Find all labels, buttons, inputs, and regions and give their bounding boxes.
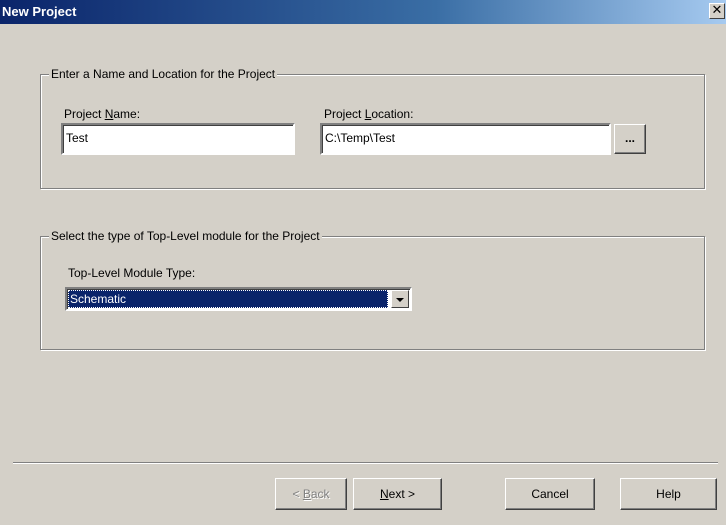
module-type-label: Top-Level Module Type: (68, 266, 196, 280)
back-label-mnemonic: B (302, 487, 311, 501)
browse-button[interactable]: ... (614, 124, 646, 154)
project-location-label-part: Project (324, 107, 365, 121)
title-bar[interactable]: New Project ✕ (0, 0, 726, 24)
project-location-label-part: ocation: (371, 107, 414, 121)
top-level-group-legend: Select the type of Top-Level module for … (49, 228, 322, 244)
module-type-selected-value: Schematic (68, 290, 388, 308)
back-button[interactable]: < Back (275, 478, 347, 510)
close-icon: ✕ (711, 3, 723, 18)
name-location-group-legend: Enter a Name and Location for the Projec… (49, 66, 278, 82)
cancel-button[interactable]: Cancel (505, 478, 595, 510)
next-label-mnemonic: N (379, 487, 389, 501)
close-button[interactable]: ✕ (709, 3, 725, 19)
footer-separator (13, 462, 718, 464)
project-name-input[interactable]: Test (61, 123, 295, 155)
next-button[interactable]: Next > (353, 478, 442, 510)
help-button[interactable]: Help (620, 478, 717, 510)
project-location-label: Project Location: (324, 107, 413, 122)
back-label-part: < (292, 487, 303, 501)
project-location-input[interactable]: C:\Temp\Test (320, 123, 611, 155)
combo-dropdown-button[interactable] (391, 290, 409, 308)
next-label-part: ext > (388, 487, 416, 501)
back-label-part: ack (310, 487, 330, 501)
window-title: New Project (2, 4, 77, 19)
new-project-dialog: New Project ✕ Enter a Name and Location … (0, 0, 726, 525)
project-name-label: Project Name: (64, 107, 140, 122)
project-name-label-part: ame: (113, 107, 141, 121)
project-name-label-part: Project (64, 107, 105, 121)
module-type-select[interactable]: Schematic (65, 287, 412, 311)
